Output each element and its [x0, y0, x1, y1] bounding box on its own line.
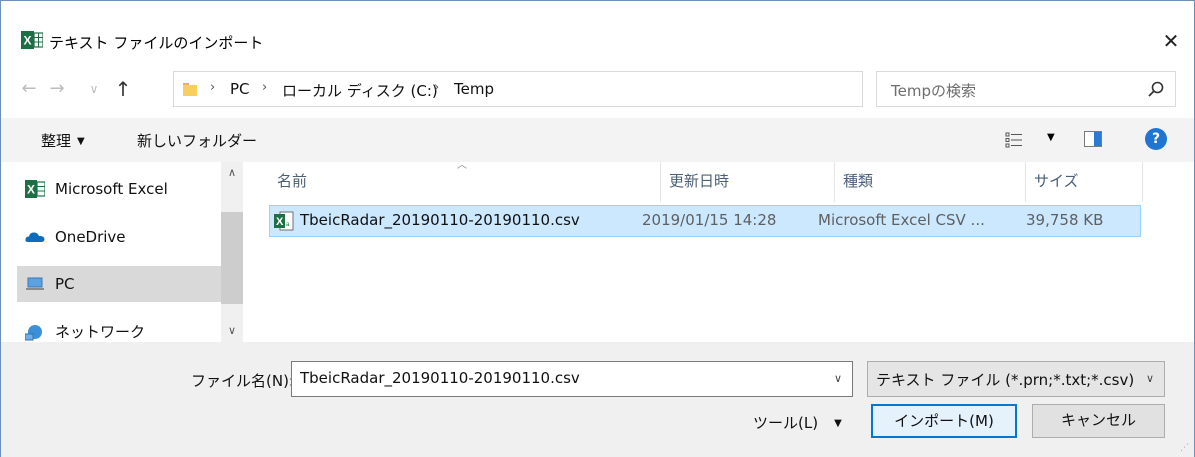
view-options-icon[interactable] — [1005, 131, 1023, 149]
breadcrumb-temp[interactable]: Temp — [454, 80, 494, 98]
close-icon: ✕ — [1162, 29, 1180, 53]
arrow-up-icon: ↑ — [114, 77, 132, 101]
svg-text:X: X — [24, 34, 32, 48]
navigation-bar: ← → ∨ ↑ › PC › ローカル ディスク (C:) › Temp ∨ ↻… — [1, 71, 1194, 107]
window-title: テキスト ファイルのインポート — [49, 34, 264, 52]
scroll-up-icon[interactable]: ∧ — [221, 162, 243, 184]
organize-label: 整理 — [41, 132, 72, 150]
organize-button[interactable]: 整理 ▼ — [41, 130, 85, 151]
file-list: ︿ 名前 更新日時 種類 サイズ X a TbeicRadar_20190110… — [245, 160, 1194, 342]
preview-pane-fill — [1094, 132, 1101, 146]
nav-item-onedrive[interactable]: OneDrive — [17, 219, 221, 255]
column-header-type[interactable]: 種類 — [835, 162, 1025, 202]
column-separator[interactable] — [1142, 162, 1143, 202]
column-header-label: 名前 — [277, 172, 308, 190]
cloud-icon — [25, 232, 45, 242]
computer-icon — [26, 277, 44, 290]
cancel-button[interactable]: キャンセル — [1032, 404, 1165, 438]
scroll-down-icon[interactable]: ∨ — [221, 320, 243, 342]
search-placeholder: Tempの検索 — [891, 82, 976, 100]
file-size: 39,758 KB — [1026, 211, 1104, 229]
nav-item-pc[interactable]: PC — [17, 266, 221, 302]
column-header-modified[interactable]: 更新日時 — [661, 162, 834, 202]
breadcrumb-separator-icon: › — [434, 80, 440, 95]
up-button[interactable]: ↑ — [111, 71, 135, 107]
folder-icon — [183, 83, 197, 96]
preview-pane-icon[interactable] — [1084, 131, 1102, 147]
excel-icon: X — [25, 180, 45, 198]
search-icon — [1148, 81, 1164, 97]
column-header-name[interactable]: 名前 — [269, 162, 660, 202]
nav-item-label: PC — [55, 275, 75, 293]
breadcrumb-local-disk[interactable]: ローカル ディスク (C:) — [282, 80, 438, 101]
import-button[interactable]: インポート(M) — [871, 404, 1017, 438]
file-type: Microsoft Excel CSV ... — [818, 211, 985, 229]
column-header-label: 更新日時 — [669, 172, 730, 190]
filename-label: ファイル名(N): — [191, 372, 294, 390]
breadcrumb-pc[interactable]: PC — [230, 80, 250, 98]
command-bar: 整理 ▼ 新しいフォルダー ▼ ? — [1, 118, 1194, 162]
address-bar[interactable]: › PC › ローカル ディスク (C:) › Temp ∨ ↻ — [173, 71, 1029, 107]
filename-value: TbeicRadar_20190110-20190110.csv — [300, 369, 580, 387]
navigation-scrollbar[interactable]: ∧ ∨ — [221, 162, 243, 342]
back-button[interactable]: ← — [17, 71, 41, 107]
svg-text:X: X — [27, 183, 35, 197]
excel-app-icon: X — [21, 31, 43, 49]
chevron-down-icon[interactable]: ∨ — [1140, 362, 1160, 396]
nav-item-microsoft-excel[interactable]: X Microsoft Excel — [17, 171, 221, 207]
breadcrumb-separator-icon: › — [210, 80, 216, 95]
scrollbar-thumb[interactable] — [221, 212, 243, 304]
chevron-down-icon: ∨ — [89, 82, 99, 96]
column-header-size[interactable]: サイズ — [1026, 162, 1142, 202]
recent-locations-button[interactable]: ∨ — [85, 71, 103, 107]
view-caret-down-icon[interactable]: ▼ — [1047, 132, 1055, 143]
column-header-label: 種類 — [843, 172, 874, 190]
close-button[interactable]: ✕ — [1148, 21, 1194, 61]
new-folder-button[interactable]: 新しいフォルダー — [137, 130, 257, 151]
nav-item-label: ネットワーク — [55, 323, 146, 341]
file-row[interactable]: X a TbeicRadar_20190110-20190110.csv 201… — [269, 205, 1141, 237]
dialog-footer: ファイル名(N): TbeicRadar_20190110-20190110.c… — [1, 342, 1194, 457]
svg-text:X: X — [276, 216, 284, 228]
chevron-down-icon[interactable]: ∨ — [828, 362, 848, 396]
arrow-left-icon: ← — [21, 78, 37, 99]
excel-csv-file-icon: X a — [274, 211, 294, 231]
forward-button[interactable]: → — [45, 71, 69, 107]
filter-value: テキスト ファイル (*.prn;*.txt;*.csv) — [876, 371, 1135, 389]
nav-item-label: Microsoft Excel — [55, 180, 168, 198]
tools-label: ツール(L) — [753, 414, 819, 432]
network-icon — [25, 325, 42, 341]
tools-menu-button[interactable]: ツール(L) ▼ — [753, 412, 842, 433]
file-type-filter-select[interactable]: テキスト ファイル (*.prn;*.txt;*.csv) ∨ — [867, 361, 1165, 397]
search-box[interactable]: Tempの検索 — [876, 71, 1176, 107]
arrow-right-icon: → — [49, 78, 65, 99]
breadcrumb-separator-icon: › — [262, 80, 268, 95]
caret-down-icon: ▼ — [834, 418, 842, 429]
navigation-pane: X Microsoft Excel OneDrive PC ネットワーク ∧ ∨ — [17, 162, 243, 342]
filename-input[interactable]: TbeicRadar_20190110-20190110.csv ∨ — [291, 361, 853, 397]
title-bar: X テキスト ファイルのインポート ✕ — [1, 1, 1194, 53]
caret-down-icon: ▼ — [77, 136, 85, 147]
resize-grip-icon[interactable]: ⋰ — [1180, 443, 1190, 453]
help-icon[interactable]: ? — [1145, 128, 1167, 150]
column-header-label: サイズ — [1034, 172, 1079, 190]
import-dialog: X テキスト ファイルのインポート ✕ ← → ∨ ↑ › PC › ローカル … — [0, 0, 1195, 457]
file-modified: 2019/01/15 14:28 — [642, 211, 777, 229]
nav-item-label: OneDrive — [55, 228, 126, 246]
file-name: TbeicRadar_20190110-20190110.csv — [300, 211, 580, 229]
